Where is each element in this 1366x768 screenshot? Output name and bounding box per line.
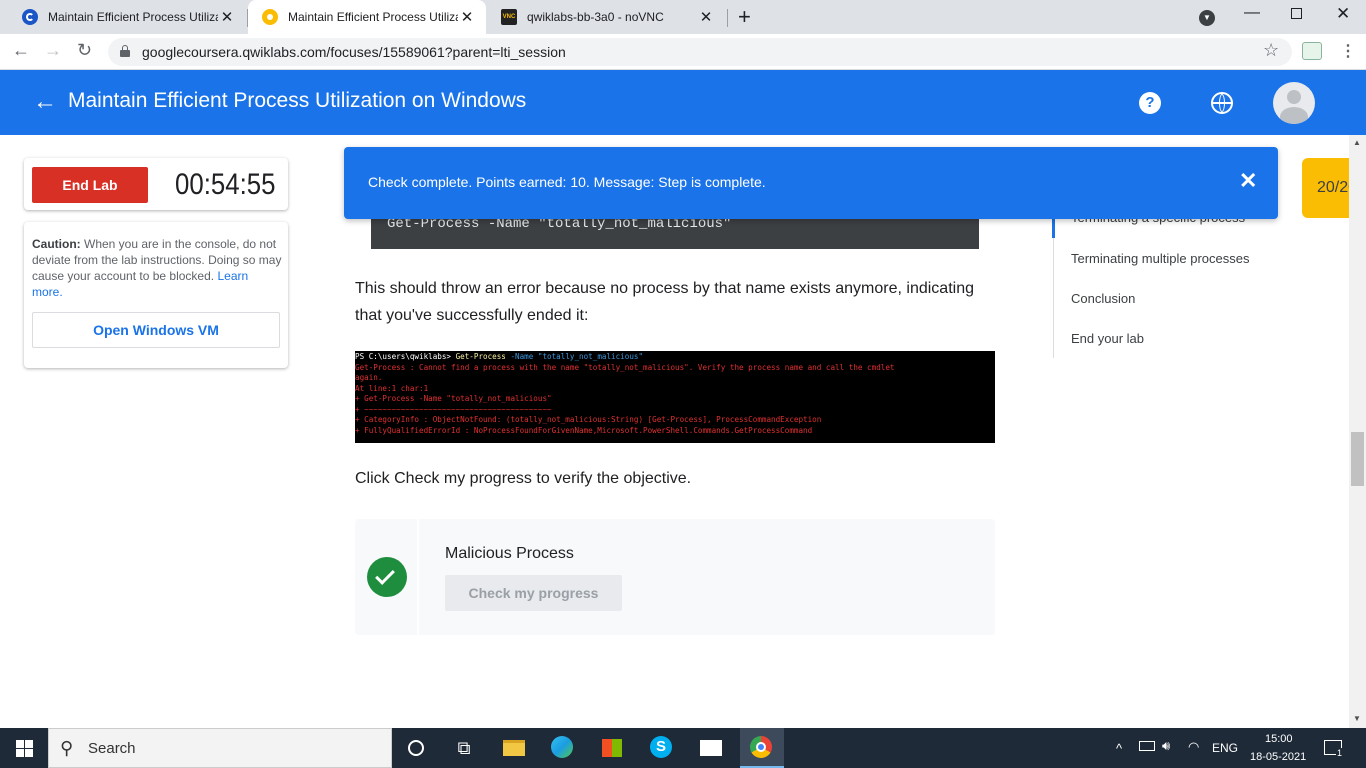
skype-icon[interactable]: S bbox=[650, 736, 674, 760]
close-tab-icon[interactable]: ✕ bbox=[458, 8, 476, 26]
caution-text: Caution: When you are in the console, do… bbox=[32, 236, 282, 300]
close-tab-icon[interactable]: ✕ bbox=[697, 8, 715, 26]
ps-prompt: PS C:\users\qwiklabs> bbox=[355, 352, 456, 361]
back-arrow-icon[interactable]: ← bbox=[33, 88, 57, 116]
ps-line: At line:1 char:1 bbox=[355, 383, 429, 393]
caution-label: Caution: bbox=[32, 237, 81, 251]
powershell-error-screenshot: PS C:\users\qwiklabs> Get-Process -Name … bbox=[355, 351, 995, 443]
tab-title: Maintain Efficient Process Utilizat bbox=[288, 10, 458, 24]
coursera-icon bbox=[22, 9, 38, 25]
check-complete-icon bbox=[367, 557, 407, 597]
more-menu-icon[interactable]: ⋮ bbox=[1340, 41, 1356, 61]
show-hidden-icons[interactable]: ^ bbox=[1116, 741, 1122, 756]
ps-line: + ~~~~~~~~~~~~~~~~~~~~~~~~~~~~~~~~~~~~~~… bbox=[355, 404, 552, 414]
language-globe-icon[interactable] bbox=[1211, 92, 1233, 114]
volume-icon[interactable]: 🔊︎ bbox=[1162, 738, 1170, 754]
notification-count: 1 bbox=[1336, 748, 1344, 758]
profile-avatar-icon[interactable] bbox=[1302, 42, 1322, 60]
windows-start-icon[interactable] bbox=[16, 740, 33, 757]
search-icon: ⚲ bbox=[60, 738, 74, 758]
new-tab-icon[interactable]: + bbox=[738, 4, 751, 30]
edge-browser-icon[interactable] bbox=[551, 736, 575, 760]
store-icon[interactable] bbox=[600, 736, 624, 760]
ps-line: + Get-Process -Name "totally_not_malicio… bbox=[355, 394, 552, 403]
task-view-icon[interactable]: ⧉ bbox=[452, 736, 476, 760]
page-title: Maintain Efficient Process Utilization o… bbox=[68, 89, 527, 112]
reload-icon[interactable]: ↻ bbox=[77, 40, 92, 61]
toc-item-end-your-lab[interactable]: End your lab bbox=[1071, 331, 1144, 346]
tab-divider bbox=[727, 9, 728, 27]
chrome-icon[interactable] bbox=[750, 736, 774, 760]
close-window-icon[interactable]: ✕ bbox=[1336, 4, 1350, 24]
user-avatar[interactable] bbox=[1273, 82, 1315, 124]
file-explorer-icon[interactable] bbox=[502, 736, 526, 760]
instruction-paragraph: Click Check my progress to verify the ob… bbox=[355, 470, 692, 487]
lab-timer: 00:54:55 bbox=[175, 168, 276, 201]
url-text[interactable]: googlecoursera.qwiklabs.com/focuses/1558… bbox=[142, 44, 566, 60]
toc-item-terminating-multiple[interactable]: Terminating multiple processes bbox=[1071, 251, 1249, 266]
check-my-progress-button[interactable]: Check my progress bbox=[445, 575, 622, 611]
battery-icon[interactable] bbox=[1139, 741, 1155, 751]
lock-icon[interactable] bbox=[120, 45, 130, 57]
qwiklabs-icon bbox=[262, 9, 278, 25]
forward-icon[interactable]: → bbox=[44, 40, 62, 61]
check-title: Malicious Process bbox=[445, 545, 574, 562]
scroll-down-icon[interactable]: ▼ bbox=[1353, 714, 1361, 723]
tab-1[interactable]: Maintain Efficient Process Utilizat ✕ bbox=[8, 0, 246, 34]
minimize-icon[interactable]: — bbox=[1244, 4, 1260, 22]
language-indicator[interactable]: ENG bbox=[1212, 741, 1238, 755]
end-lab-button[interactable]: End Lab bbox=[32, 167, 148, 203]
ps-line: + CategoryInfo : ObjectNotFound: (totall… bbox=[355, 415, 822, 424]
tab-title: Maintain Efficient Process Utilizat bbox=[48, 10, 218, 24]
cortana-icon[interactable] bbox=[404, 736, 428, 760]
restore-icon[interactable] bbox=[1291, 8, 1302, 19]
toast-message: Check complete. Points earned: 10. Messa… bbox=[368, 174, 766, 190]
close-tab-icon[interactable]: ✕ bbox=[218, 8, 236, 26]
tab-3[interactable]: VNC qwiklabs-bb-3a0 - noVNC ✕ bbox=[487, 0, 725, 34]
wifi-icon[interactable]: ◠ bbox=[1188, 739, 1199, 755]
ps-line: again. bbox=[355, 373, 383, 382]
back-icon[interactable]: ← bbox=[12, 40, 30, 61]
mail-icon[interactable] bbox=[699, 736, 723, 760]
ps-prompt-line: PS C:\users\qwiklabs> Get-Process -Name … bbox=[355, 352, 995, 363]
clock-time[interactable]: 15:00 bbox=[1265, 733, 1293, 745]
instruction-paragraph: This should throw an error because no pr… bbox=[355, 280, 974, 324]
ps-line: + FullyQualifiedErrorId : NoProcessFound… bbox=[355, 425, 813, 435]
toc-item-conclusion[interactable]: Conclusion bbox=[1071, 291, 1135, 306]
open-windows-vm-button[interactable]: Open Windows VM bbox=[32, 312, 280, 348]
tab-title: qwiklabs-bb-3a0 - noVNC bbox=[527, 10, 664, 24]
scroll-up-icon[interactable]: ▲ bbox=[1353, 138, 1361, 147]
ps-line: Get-Process : Cannot find a process with… bbox=[355, 362, 895, 372]
vnc-icon: VNC bbox=[501, 9, 517, 25]
tab-2[interactable]: Maintain Efficient Process Utilizat ✕ bbox=[248, 0, 486, 34]
ps-cmd: Get-Process bbox=[455, 352, 506, 361]
scrollbar-thumb[interactable] bbox=[1351, 432, 1364, 486]
clock-date[interactable]: 18-05-2021 bbox=[1250, 751, 1306, 763]
bookmark-star-icon[interactable]: ☆ bbox=[1263, 40, 1279, 61]
tab-search-icon[interactable]: ▼ bbox=[1199, 10, 1215, 26]
close-toast-icon[interactable]: ✕ bbox=[1239, 168, 1257, 194]
help-icon[interactable]: ? bbox=[1139, 92, 1161, 114]
search-placeholder: Search bbox=[88, 740, 136, 757]
ps-param: -Name "totally_not_malicious" bbox=[505, 352, 644, 361]
